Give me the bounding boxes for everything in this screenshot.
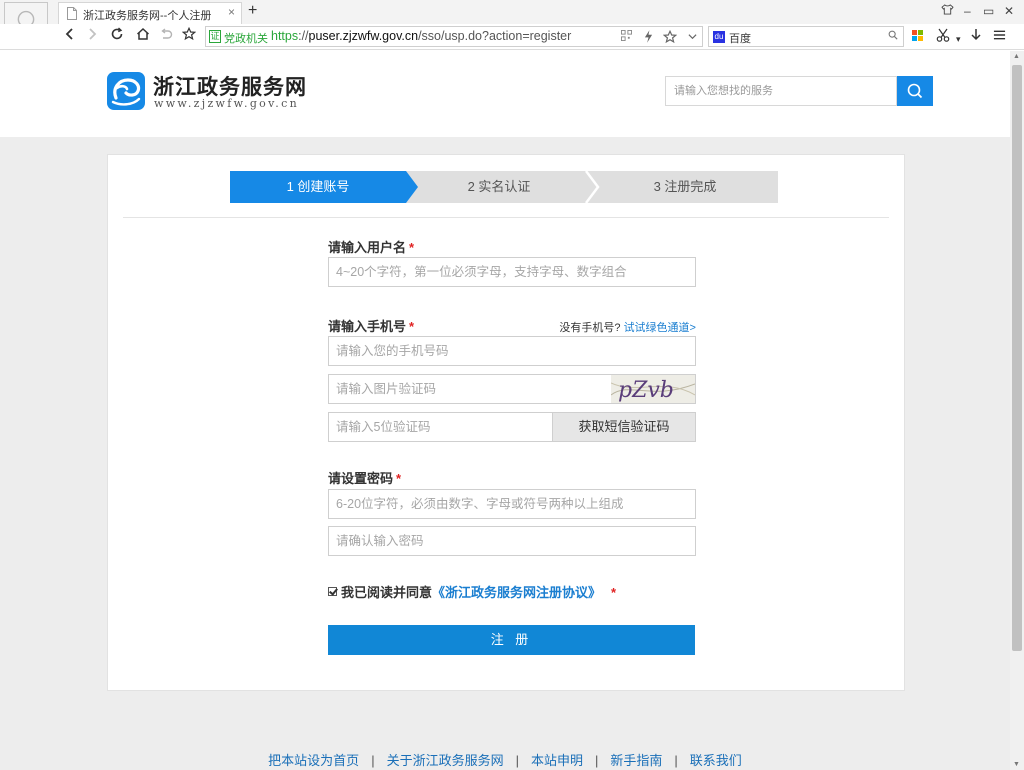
search-engine-label: 百度	[729, 33, 751, 45]
site-search-field[interactable]	[665, 76, 897, 106]
forward-icon[interactable]	[86, 27, 98, 46]
site-logo-url: www.zjzwfw.gov.cn	[154, 97, 299, 110]
search-icon[interactable]	[888, 29, 898, 43]
sms-code-field[interactable]: 获取短信验证码	[328, 412, 696, 442]
phone-label: 请输入手机号 *	[328, 316, 414, 335]
required-mark: *	[409, 319, 415, 334]
site-search-button[interactable]	[897, 76, 933, 106]
password-field[interactable]	[328, 489, 696, 519]
page-viewport: 浙江政务服务网 www.zjzwfw.gov.cn 2 实名认证 3 注册完成 …	[0, 51, 1010, 770]
skin-icon[interactable]	[941, 4, 954, 18]
bookmark-star-icon[interactable]	[662, 29, 678, 47]
baidu-icon: du	[713, 31, 725, 43]
captcha-text: pZvb	[618, 378, 674, 403]
phone-label-text: 请输入手机号	[328, 319, 407, 334]
card-divider	[123, 217, 889, 218]
speed-mode-icon[interactable]	[644, 30, 653, 46]
captcha-image[interactable]: pZvb	[611, 375, 695, 403]
agreement-text: 我已阅读并同意	[341, 585, 433, 600]
scroll-up-arrow-icon[interactable]: ▲	[1013, 53, 1020, 60]
footer-link-about[interactable]: 关于浙江政务服务网	[387, 753, 504, 768]
footer-link-set-homepage[interactable]: 把本站设为首页	[268, 753, 359, 768]
browser-tab[interactable]: 浙江政务服务网--个人注册 ×	[58, 2, 242, 24]
register-button[interactable]: 注 册	[328, 625, 695, 655]
footer-separator: |	[371, 753, 375, 768]
site-header: 浙江政务服务网 www.zjzwfw.gov.cn	[0, 51, 1010, 137]
browser-toolbar: 证 党政机关 https://puser.zjzwfw.gov.cn/sso/u…	[0, 24, 1024, 50]
search-icon	[907, 83, 923, 99]
minimize-button[interactable]: –	[964, 4, 971, 18]
green-channel-link[interactable]: 试试绿色通道>	[624, 322, 696, 334]
agreement-checkbox[interactable]	[328, 587, 337, 596]
tab-close-icon[interactable]: ×	[228, 5, 235, 19]
step-progress: 2 实名认证 3 注册完成 1 创建账号	[230, 171, 778, 203]
page-scrollbar[interactable]: ▲ ▼	[1010, 51, 1024, 770]
qr-code-icon[interactable]	[621, 29, 632, 44]
captcha-field[interactable]: pZvb	[328, 374, 696, 404]
step-1-label: 1 创建账号	[286, 179, 350, 194]
url-scheme-separator: ://	[298, 29, 309, 43]
search-engine-box[interactable]: du 百度	[708, 26, 904, 47]
scissors-icon[interactable]	[936, 28, 950, 45]
reload-icon[interactable]	[110, 27, 124, 46]
required-mark: *	[611, 585, 617, 600]
step-3-label: 3 注册完成	[653, 179, 717, 194]
gov-badge: 党政机关	[224, 33, 268, 45]
footer-separator: |	[595, 753, 599, 768]
agreement-row: 我已阅读并同意《浙江政务服务网注册协议》 *	[328, 582, 616, 601]
close-window-button[interactable]: ✕	[1004, 4, 1014, 18]
required-mark: *	[409, 240, 415, 255]
maximize-button[interactable]: ▭	[983, 4, 994, 18]
username-label-text: 请输入用户名	[328, 240, 407, 255]
no-phone-hint: 没有手机号? 试试绿色通道>	[559, 319, 696, 335]
password-input[interactable]	[329, 490, 695, 518]
menu-icon[interactable]	[993, 28, 1006, 44]
site-logo-icon[interactable]	[107, 72, 145, 110]
undo-close-icon[interactable]	[159, 27, 173, 46]
favorite-star-icon[interactable]	[181, 26, 197, 46]
home-icon[interactable]	[136, 27, 150, 46]
footer-separator: |	[515, 753, 519, 768]
agreement-link[interactable]: 《浙江政务服务网注册协议》	[432, 585, 601, 600]
back-icon[interactable]	[64, 27, 76, 46]
download-icon[interactable]	[970, 28, 982, 45]
url-text[interactable]: https://puser.zjzwfw.gov.cn/sso/usp.do?a…	[271, 29, 571, 43]
tools-chevron-icon[interactable]: ▾	[956, 31, 961, 47]
no-phone-text: 没有手机号?	[559, 322, 621, 334]
tab-title: 浙江政务服务网--个人注册	[83, 10, 212, 22]
address-bar[interactable]: 证 党政机关 https://puser.zjzwfw.gov.cn/sso/u…	[205, 26, 703, 47]
captcha-input[interactable]	[329, 375, 611, 403]
footer-link-contact[interactable]: 联系我们	[690, 753, 742, 768]
get-sms-code-button[interactable]: 获取短信验证码	[552, 413, 695, 441]
required-mark: *	[396, 471, 402, 486]
password-label-text: 请设置密码	[328, 471, 394, 486]
site-search-input[interactable]	[666, 77, 896, 105]
sms-code-input[interactable]	[329, 413, 553, 441]
dropdown-chevron-icon[interactable]	[688, 30, 697, 44]
confirm-password-field[interactable]	[328, 526, 696, 556]
phone-field[interactable]	[328, 336, 696, 366]
footer-link-guide[interactable]: 新手指南	[610, 753, 662, 768]
confirm-password-input[interactable]	[329, 527, 695, 555]
username-field[interactable]	[328, 257, 696, 287]
document-icon	[67, 7, 77, 20]
browser-tab-bar: 浙江政务服务网--个人注册 × + – ▭ ✕	[0, 0, 1024, 24]
apps-grid-icon[interactable]	[912, 30, 924, 42]
phone-input[interactable]	[329, 337, 695, 365]
scroll-thumb[interactable]	[1012, 65, 1022, 651]
footer-links: 把本站设为首页 | 关于浙江政务服务网 | 本站申明 | 新手指南 | 联系我们	[0, 750, 1010, 769]
username-label: 请输入用户名 *	[328, 237, 414, 256]
scroll-down-arrow-icon[interactable]: ▼	[1013, 761, 1020, 768]
url-host: puser.zjzwfw.gov.cn	[308, 29, 419, 43]
new-tab-button[interactable]: +	[248, 2, 257, 20]
url-scheme: https	[271, 29, 299, 43]
gov-cert-icon: 证	[209, 30, 221, 43]
password-label: 请设置密码 *	[328, 468, 401, 487]
step-2-label: 2 实名认证	[467, 179, 531, 194]
footer-separator: |	[674, 753, 678, 768]
username-input[interactable]	[329, 258, 695, 286]
footer-link-statement[interactable]: 本站申明	[531, 753, 583, 768]
url-path: /sso/usp.do?action=register	[418, 29, 572, 43]
register-card: 2 实名认证 3 注册完成 1 创建账号 请输入用户名* 请输入手机号* 没有手…	[107, 154, 905, 691]
